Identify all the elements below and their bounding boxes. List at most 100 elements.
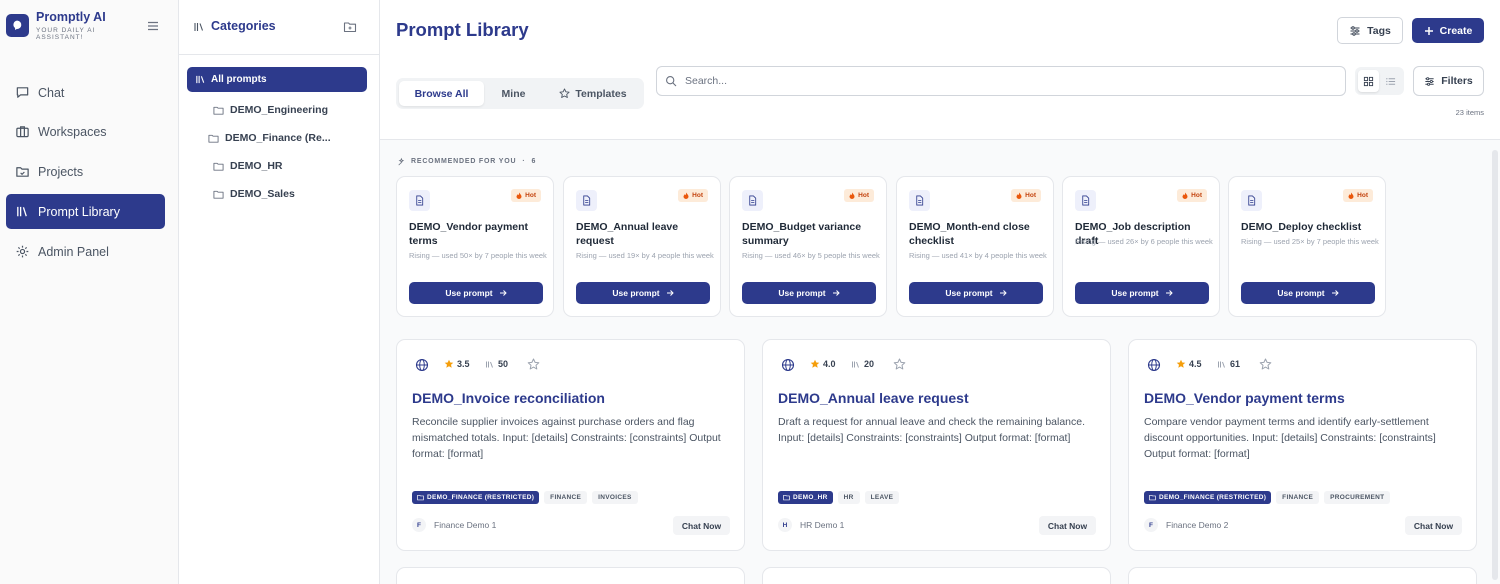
list-view-button[interactable] bbox=[1380, 70, 1401, 92]
sliders-icon bbox=[1425, 76, 1434, 86]
chat-now-button[interactable]: Chat Now bbox=[1405, 516, 1462, 535]
recommended-card[interactable]: Hot DEMO_Budget variance summary Rising … bbox=[729, 176, 887, 317]
tag-chip[interactable]: HR bbox=[837, 491, 860, 504]
recommended-title: DEMO_Vendor payment terms bbox=[409, 221, 529, 247]
tab-label: Templates bbox=[575, 87, 627, 100]
scrollbar[interactable] bbox=[1492, 150, 1498, 580]
item-count: 23 items bbox=[1455, 108, 1484, 117]
tab-browse-all[interactable]: Browse All bbox=[399, 81, 484, 106]
plus-icon bbox=[1424, 26, 1433, 35]
recommended-card[interactable]: Hot DEMO_Annual leave request Rising — u… bbox=[563, 176, 721, 317]
document-icon bbox=[742, 190, 763, 211]
recommended-meta: Rising — used 25× by 7 people this week bbox=[1241, 237, 1379, 246]
category-item[interactable]: DEMO_HR bbox=[213, 158, 283, 174]
separator-dot: · bbox=[522, 158, 526, 165]
nav-item-prompt-library[interactable]: Prompt Library bbox=[6, 194, 165, 229]
hot-badge: Hot bbox=[1011, 189, 1041, 202]
arrow-right-icon bbox=[832, 290, 840, 296]
category-all-prompts[interactable]: All prompts bbox=[187, 67, 367, 92]
chat-now-button[interactable]: Chat Now bbox=[1039, 516, 1096, 535]
rating: 4.5 bbox=[1176, 359, 1202, 369]
prompt-card[interactable] bbox=[762, 567, 1111, 584]
gear-icon bbox=[16, 245, 29, 258]
recommended-card[interactable]: Hot DEMO_Month-end close checklist Risin… bbox=[896, 176, 1054, 317]
arrow-right-icon bbox=[1331, 290, 1339, 296]
grid-view-button[interactable] bbox=[1358, 70, 1379, 92]
search-input[interactable] bbox=[685, 75, 1345, 87]
category-item[interactable]: DEMO_Finance (Re... bbox=[208, 130, 331, 146]
flame-icon bbox=[1016, 192, 1022, 199]
star-filled-icon bbox=[444, 359, 454, 368]
category-label: DEMO_Engineering bbox=[230, 104, 329, 116]
prompt-card[interactable]: 4.5 61 DEMO_Vendor payment terms Compare… bbox=[1128, 339, 1477, 551]
main-area: Prompt Library Tags Create Browse All Mi… bbox=[380, 0, 1500, 584]
star-filled-icon bbox=[1176, 359, 1186, 368]
prompt-description: Compare vendor payment terms and identif… bbox=[1144, 416, 1436, 460]
hot-badge: Hot bbox=[1343, 189, 1373, 202]
nav-item-projects[interactable]: Projects bbox=[6, 154, 165, 189]
recommended-card[interactable]: Hot DEMO_Deploy checklist Rising — used … bbox=[1228, 176, 1386, 317]
nav-item-workspaces[interactable]: Workspaces bbox=[6, 114, 165, 149]
new-folder-icon[interactable] bbox=[343, 20, 357, 34]
tags-button[interactable]: Tags bbox=[1337, 17, 1403, 44]
category-chip[interactable]: DEMO_FINANCE (RESTRICTED) bbox=[412, 491, 540, 504]
nav-item-chat[interactable]: Chat bbox=[6, 75, 165, 110]
library-icon bbox=[196, 75, 205, 84]
hot-badge: Hot bbox=[511, 189, 541, 202]
nav-label: Chat bbox=[38, 85, 65, 100]
tag-chip[interactable]: LEAVE bbox=[864, 491, 900, 504]
prompt-card[interactable] bbox=[1128, 567, 1477, 584]
brand-name: Promptly AI bbox=[36, 10, 106, 24]
document-icon bbox=[409, 190, 430, 211]
tag-chip[interactable]: FINANCE bbox=[544, 491, 588, 504]
author: F Finance Demo 1 bbox=[412, 518, 496, 532]
use-prompt-label: Use prompt bbox=[1111, 288, 1159, 298]
recommended-meta: Rising — used 46× by 5 people this week bbox=[742, 251, 880, 260]
use-prompt-button[interactable]: Use prompt bbox=[909, 282, 1043, 304]
category-chip[interactable]: DEMO_FINANCE (RESTRICTED) bbox=[1144, 491, 1272, 504]
tag-chip[interactable]: FINANCE bbox=[1276, 491, 1320, 504]
library-icon bbox=[486, 361, 493, 368]
menu-toggle-icon[interactable] bbox=[146, 19, 160, 33]
tag-chip[interactable]: PROCUREMENT bbox=[1324, 491, 1391, 504]
recommended-card[interactable]: Hot DEMO_Vendor payment terms Rising — u… bbox=[396, 176, 554, 317]
create-button[interactable]: Create bbox=[1412, 18, 1484, 43]
brand-tagline: YOUR DAILY AI ASSISTANT! bbox=[36, 27, 96, 41]
recommended-meta: Rising — used 41× by 4 people this week bbox=[909, 251, 1047, 260]
brand[interactable]: Promptly AI YOUR DAILY AI ASSISTANT! bbox=[6, 10, 108, 41]
category-item[interactable]: DEMO_Engineering bbox=[213, 102, 328, 118]
favorite-star-icon[interactable] bbox=[527, 358, 540, 371]
nav-label: Workspaces bbox=[38, 124, 107, 139]
search-box[interactable] bbox=[656, 66, 1346, 96]
nav-item-admin-panel[interactable]: Admin Panel bbox=[6, 234, 165, 269]
use-prompt-button[interactable]: Use prompt bbox=[576, 282, 710, 304]
chat-now-button[interactable]: Chat Now bbox=[673, 516, 730, 535]
tag-chip[interactable]: INVOICES bbox=[592, 491, 638, 504]
hot-badge: Hot bbox=[844, 189, 874, 202]
recommended-card[interactable]: Hot DEMO_Job description draft Rising — … bbox=[1062, 176, 1220, 317]
use-prompt-button[interactable]: Use prompt bbox=[1241, 282, 1375, 304]
use-prompt-button[interactable]: Use prompt bbox=[409, 282, 543, 304]
favorite-star-icon[interactable] bbox=[893, 358, 906, 371]
category-item[interactable]: DEMO_Sales bbox=[213, 186, 295, 202]
search-icon bbox=[666, 76, 677, 87]
prompt-card[interactable] bbox=[396, 567, 745, 584]
prompt-card[interactable]: 4.0 20 DEMO_Annual leave request Draft a… bbox=[762, 339, 1111, 551]
prompt-title[interactable]: DEMO_Annual leave request bbox=[778, 390, 969, 406]
filters-label: Filters bbox=[1441, 75, 1473, 87]
prompt-title[interactable]: DEMO_Invoice reconciliation bbox=[412, 390, 605, 406]
view-mode-toggle bbox=[1355, 67, 1404, 95]
flame-icon bbox=[683, 192, 689, 199]
prompt-title[interactable]: DEMO_Vendor payment terms bbox=[1144, 390, 1345, 406]
use-count-value: 50 bbox=[498, 359, 509, 369]
tab-templates[interactable]: Templates bbox=[546, 81, 640, 106]
prompt-card[interactable]: 3.5 50 DEMO_Invoice reconciliation Recon… bbox=[396, 339, 745, 551]
favorite-star-icon[interactable] bbox=[1259, 358, 1272, 371]
use-prompt-button[interactable]: Use prompt bbox=[742, 282, 876, 304]
use-prompt-button[interactable]: Use prompt bbox=[1075, 282, 1209, 304]
app-sidebar: Promptly AI YOUR DAILY AI ASSISTANT! Cha… bbox=[0, 0, 179, 584]
library-icon bbox=[1218, 361, 1225, 368]
tab-mine[interactable]: Mine bbox=[486, 81, 541, 106]
filters-button[interactable]: Filters bbox=[1413, 66, 1484, 96]
category-chip[interactable]: DEMO_HR bbox=[778, 491, 833, 504]
